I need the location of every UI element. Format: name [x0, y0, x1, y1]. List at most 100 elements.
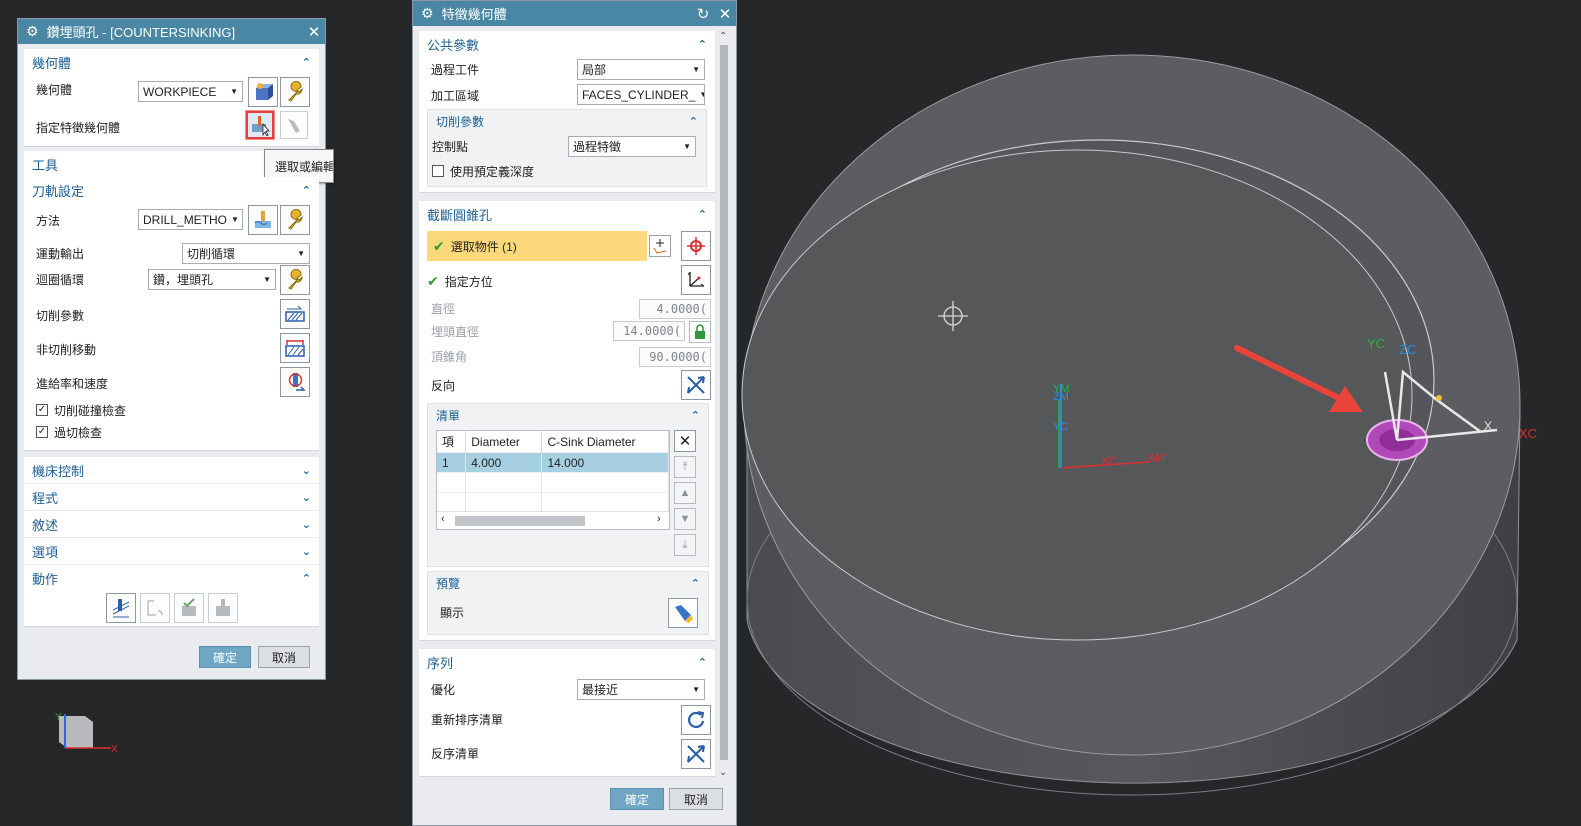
chevron-down-icon[interactable]: ⌄	[302, 545, 311, 558]
cycle-select[interactable]: 鑽，埋頭孔 ▼	[148, 269, 276, 290]
verify-button[interactable]	[174, 593, 204, 623]
table-row[interactable]: 1 4.000 14.000	[437, 452, 669, 473]
reverse-button[interactable]	[681, 370, 711, 400]
graphics-viewport[interactable]: YM ZM XM XC YC YC ZC XC X	[737, 0, 1581, 826]
chevron-down-icon[interactable]: ⌄	[302, 491, 311, 504]
apex-angle-field[interactable]: 90.0000(	[639, 347, 711, 367]
move-up-button[interactable]: ▲	[674, 482, 696, 504]
actions-header[interactable]: 動作 ⌃	[24, 565, 319, 591]
cancel-button[interactable]: 取消	[669, 788, 723, 810]
control-point-select[interactable]: 過程特徵 ▼	[568, 136, 696, 157]
select-object-row[interactable]: ✔ 選取物件 (1)	[427, 231, 647, 261]
list-column-header[interactable]: Diameter	[465, 431, 543, 453]
pocket-floor[interactable]	[741, 149, 1413, 641]
geometry-select[interactable]: WORKPIECE ▼	[138, 81, 243, 102]
list-button[interactable]	[208, 593, 238, 623]
path-settings-header[interactable]: 刀軌設定 ⌃	[24, 177, 319, 203]
move-top-button[interactable]: ⤒	[674, 456, 696, 478]
lock-icon[interactable]	[689, 321, 711, 343]
chevron-up-icon[interactable]: ⌃	[689, 115, 698, 128]
ok-button[interactable]: 確定	[610, 788, 664, 810]
geometry-section-header[interactable]: 幾何體 ⌃	[24, 49, 319, 75]
feature-list-table[interactable]: 項 Diameter C-Sink Diameter 1 4.000 14.000 ‹ …	[436, 430, 670, 530]
cut-params-button[interactable]	[280, 299, 310, 329]
predefined-depth-checkbox[interactable]	[432, 165, 444, 177]
add-object-button[interactable]	[649, 235, 671, 257]
show-button[interactable]	[668, 598, 698, 628]
csink-diameter-field[interactable]: 14.0000(	[613, 321, 685, 341]
select-feature-geometry-button[interactable]	[245, 110, 275, 140]
program-section[interactable]: 程式 ⌄	[24, 484, 319, 510]
new-method-button[interactable]	[248, 205, 278, 235]
chevron-up-icon[interactable]: ⌃	[302, 56, 311, 69]
zm-label: ZM	[1053, 391, 1069, 403]
cancel-button[interactable]: 取消	[258, 646, 310, 668]
chevron-down-icon[interactable]: ⌄	[302, 518, 311, 531]
motion-output-select[interactable]: 切削循環 ▼	[182, 243, 310, 264]
feature-dialog-titlebar[interactable]: ⚙ 特徵幾何體 ↻ ✕	[413, 1, 736, 26]
edit-cycle-button[interactable]	[280, 265, 310, 295]
list-subheader[interactable]: 清單 ⌃	[428, 404, 708, 426]
chevron-up-icon[interactable]: ⌃	[691, 577, 700, 590]
chevron-up-icon[interactable]: ⌃	[698, 656, 707, 669]
non-cut-icon	[285, 340, 305, 357]
delete-button[interactable]: ✕	[674, 430, 696, 452]
list-column-header[interactable]: 項	[437, 431, 467, 453]
chevron-up-icon[interactable]: ⌃	[302, 184, 311, 197]
reverse-list-button[interactable]	[681, 739, 711, 769]
reorder-list-button[interactable]	[681, 705, 711, 735]
scroll-up-icon[interactable]: ⌃	[719, 31, 727, 42]
common-params-header[interactable]: 公共參數 ⌃	[419, 31, 715, 57]
chevron-up-icon[interactable]: ⌃	[691, 409, 700, 422]
process-workpiece-select[interactable]: 局部 ▼	[577, 59, 705, 80]
list-column-header[interactable]: C-Sink Diameter	[541, 431, 669, 453]
options-section[interactable]: 選項 ⌄	[24, 538, 319, 564]
description-section[interactable]: 敘述 ⌄	[24, 511, 319, 537]
gear-icon[interactable]: ⚙	[26, 23, 39, 40]
orientation-button[interactable]	[681, 265, 711, 295]
non-cut-moves-button[interactable]	[280, 333, 310, 363]
close-icon[interactable]: ✕	[303, 23, 325, 41]
wrench-icon	[288, 209, 303, 230]
diameter-field[interactable]: 4.0000(	[639, 299, 711, 319]
left-dialog-titlebar[interactable]: ⚙ 鑽埋頭孔 - [COUNTERSINKING] ✕	[18, 19, 325, 44]
replay-button[interactable]	[140, 593, 170, 623]
chevron-up-icon[interactable]: ⌃	[698, 208, 707, 221]
edit-method-button[interactable]	[280, 205, 310, 235]
optimize-select[interactable]: 最接近 ▼	[577, 679, 705, 700]
scroll-right-icon[interactable]: ›	[657, 513, 661, 525]
scroll-left-icon[interactable]: ‹	[441, 513, 445, 525]
edit-geometry-button[interactable]	[280, 77, 310, 107]
machine-control-section[interactable]: 機床控制 ⌄	[24, 457, 319, 483]
display-feature-button[interactable]	[280, 111, 308, 139]
xc-label: XC	[1101, 454, 1118, 468]
overcut-check-checkbox[interactable]: ✓	[36, 426, 48, 438]
scroll-down-icon[interactable]: ⌄	[719, 767, 727, 778]
cut-params-subheader[interactable]: 切削參數 ⌃	[428, 110, 706, 132]
move-bottom-button[interactable]: ⤓	[674, 534, 696, 556]
chevron-up-icon[interactable]: ⌃	[698, 38, 707, 51]
chevron-down-icon[interactable]: ⌄	[302, 464, 311, 477]
point-pick-button[interactable]	[681, 231, 711, 261]
new-geometry-button[interactable]	[248, 77, 278, 107]
horizontal-scrollbar[interactable]: ‹ ›	[437, 511, 669, 529]
preview-subheader[interactable]: 預覽 ⌃	[428, 572, 708, 594]
close-icon[interactable]: ✕	[714, 5, 736, 23]
reset-icon[interactable]: ↻	[692, 5, 714, 23]
collision-check-checkbox[interactable]: ✓	[36, 404, 48, 416]
method-select[interactable]: DRILL_METHO ▼	[138, 209, 243, 230]
scrollbar[interactable]: ⌃ ⌄	[717, 29, 731, 781]
feeds-speeds-button[interactable]	[280, 367, 310, 397]
scroll-thumb[interactable]	[720, 45, 728, 760]
gear-icon[interactable]: ⚙	[421, 5, 434, 22]
csys-icon	[687, 271, 705, 287]
table-cell: 1	[437, 452, 467, 473]
machining-region-select[interactable]: FACES_CYLINDER_▼	[577, 84, 705, 105]
move-down-button[interactable]: ▼	[674, 508, 696, 530]
sequence-header[interactable]: 序列 ⌃	[419, 649, 715, 675]
ok-button[interactable]: 確定	[199, 646, 251, 668]
generate-button[interactable]	[106, 593, 136, 623]
horizontal-scroll-thumb[interactable]	[455, 516, 585, 526]
chevron-up-icon[interactable]: ⌃	[302, 572, 311, 585]
countersink-header[interactable]: 截斷圓錐孔 ⌃	[419, 201, 715, 227]
